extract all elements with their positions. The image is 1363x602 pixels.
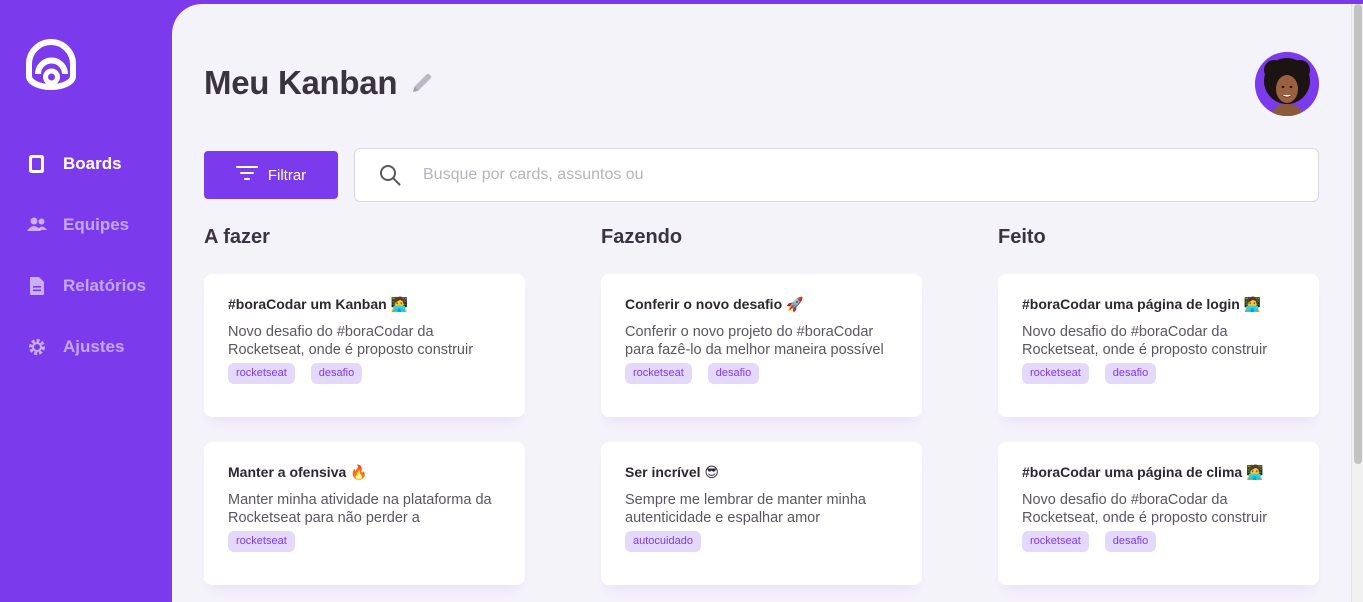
tag[interactable]: rocketseat (228, 363, 295, 384)
vertical-scrollbar[interactable] (1351, 4, 1363, 602)
tag[interactable]: rocketseat (625, 363, 692, 384)
sidebar-item-label: Relatórios (63, 276, 147, 295)
column-fazendo: Fazendo Conferir o novo desafio 🚀 Confer… (601, 226, 922, 585)
gear-icon (26, 336, 48, 358)
search-input[interactable] (423, 160, 1283, 190)
page-title: Meu Kanban (204, 64, 398, 101)
filter-icon (235, 165, 258, 185)
tag[interactable]: desafio (310, 363, 363, 384)
card-title: Manter a ofensiva 🔥 (228, 464, 368, 480)
kanban-card[interactable]: Ser incrível 😎 Sempre me lembrar de mant… (601, 442, 922, 585)
card-description: Conferir o novo projeto do #boraCodar pa… (625, 324, 884, 358)
tag[interactable]: desafio (1104, 531, 1157, 552)
card-description: Novo desafio do #boraCodar da Rocketseat… (228, 324, 474, 358)
column-title: Fazendo (601, 226, 683, 248)
user-avatar[interactable] (1255, 52, 1319, 116)
card-title: Ser incrível 😎 (625, 464, 719, 480)
kanban-card[interactable]: #boraCodar um Kanban 🧑‍💻 Novo desafio do… (204, 274, 525, 417)
rocketseat-logo[interactable] (25, 30, 79, 90)
card-tags: rocketseat desafio (1022, 363, 1295, 384)
card-tags: rocketseat desafio (625, 363, 898, 384)
filter-label: Filtrar (267, 166, 307, 184)
scrollbar-thumb[interactable] (1354, 4, 1362, 464)
tag[interactable]: desafio (1104, 363, 1157, 384)
column-feito: Feito #boraCodar uma página de login 🧑‍💻… (998, 226, 1319, 585)
search-bar[interactable] (354, 148, 1319, 202)
search-icon (379, 163, 403, 187)
sidebar-item-label: Boards (63, 154, 122, 173)
card-tags: autocuidado (625, 531, 898, 552)
card-description: Sempre me lembrar de manter minha autent… (625, 492, 866, 526)
sidebar-item-equipes[interactable]: Equipes (26, 213, 129, 237)
sidebar: Boards Equipes Relatórios Ajustes (0, 0, 172, 602)
card-description: Manter minha atividade na plataforma da … (228, 492, 492, 526)
pencil-icon[interactable] (409, 70, 435, 96)
kanban-card[interactable]: #boraCodar uma página de login 🧑‍💻 Novo … (998, 274, 1319, 417)
card-description: Novo desafio do #boraCodar da Rocketseat… (1022, 492, 1268, 526)
kanban-card[interactable]: Manter a ofensiva 🔥 Manter minha ativida… (204, 442, 525, 585)
file-icon (26, 275, 48, 297)
tag[interactable]: rocketseat (1022, 363, 1089, 384)
kanban-card[interactable]: #boraCodar uma página de clima 🧑‍💻 Novo … (998, 442, 1319, 585)
column-title: Feito (998, 226, 1046, 248)
card-title: #boraCodar uma página de clima 🧑‍💻 (1022, 464, 1264, 480)
card-description: Novo desafio do #boraCodar da Rocketseat… (1022, 324, 1268, 358)
sidebar-item-relatorios[interactable]: Relatórios (26, 274, 146, 298)
card-title: Conferir o novo desafio 🚀 (625, 296, 804, 312)
card-tags: rocketseat desafio (228, 363, 501, 384)
tag[interactable]: desafio (707, 363, 760, 384)
tag[interactable]: rocketseat (1022, 531, 1089, 552)
book-icon (26, 153, 48, 175)
card-title: #boraCodar um Kanban 🧑‍💻 (228, 296, 409, 312)
users-icon (26, 214, 48, 236)
card-title: #boraCodar uma página de login 🧑‍💻 (1022, 296, 1262, 312)
tag[interactable]: rocketseat (228, 531, 295, 552)
page-header: Meu Kanban (204, 64, 435, 102)
kanban-card[interactable]: Conferir o novo desafio 🚀 Conferir o nov… (601, 274, 922, 417)
sidebar-item-boards[interactable]: Boards (26, 152, 122, 176)
column-a-fazer: A fazer #boraCodar um Kanban 🧑‍💻 Novo de… (204, 226, 525, 585)
column-title: A fazer (204, 226, 270, 248)
filter-button[interactable]: Filtrar (204, 151, 338, 199)
sidebar-item-ajustes[interactable]: Ajustes (26, 335, 124, 359)
tag[interactable]: autocuidado (625, 531, 701, 552)
main-content: Meu Kanban Filtrar A fazer (172, 4, 1351, 602)
sidebar-item-label: Ajustes (63, 337, 125, 356)
card-tags: rocketseat desafio (1022, 531, 1295, 552)
sidebar-item-label: Equipes (63, 215, 130, 234)
card-tags: rocketseat (228, 531, 501, 552)
